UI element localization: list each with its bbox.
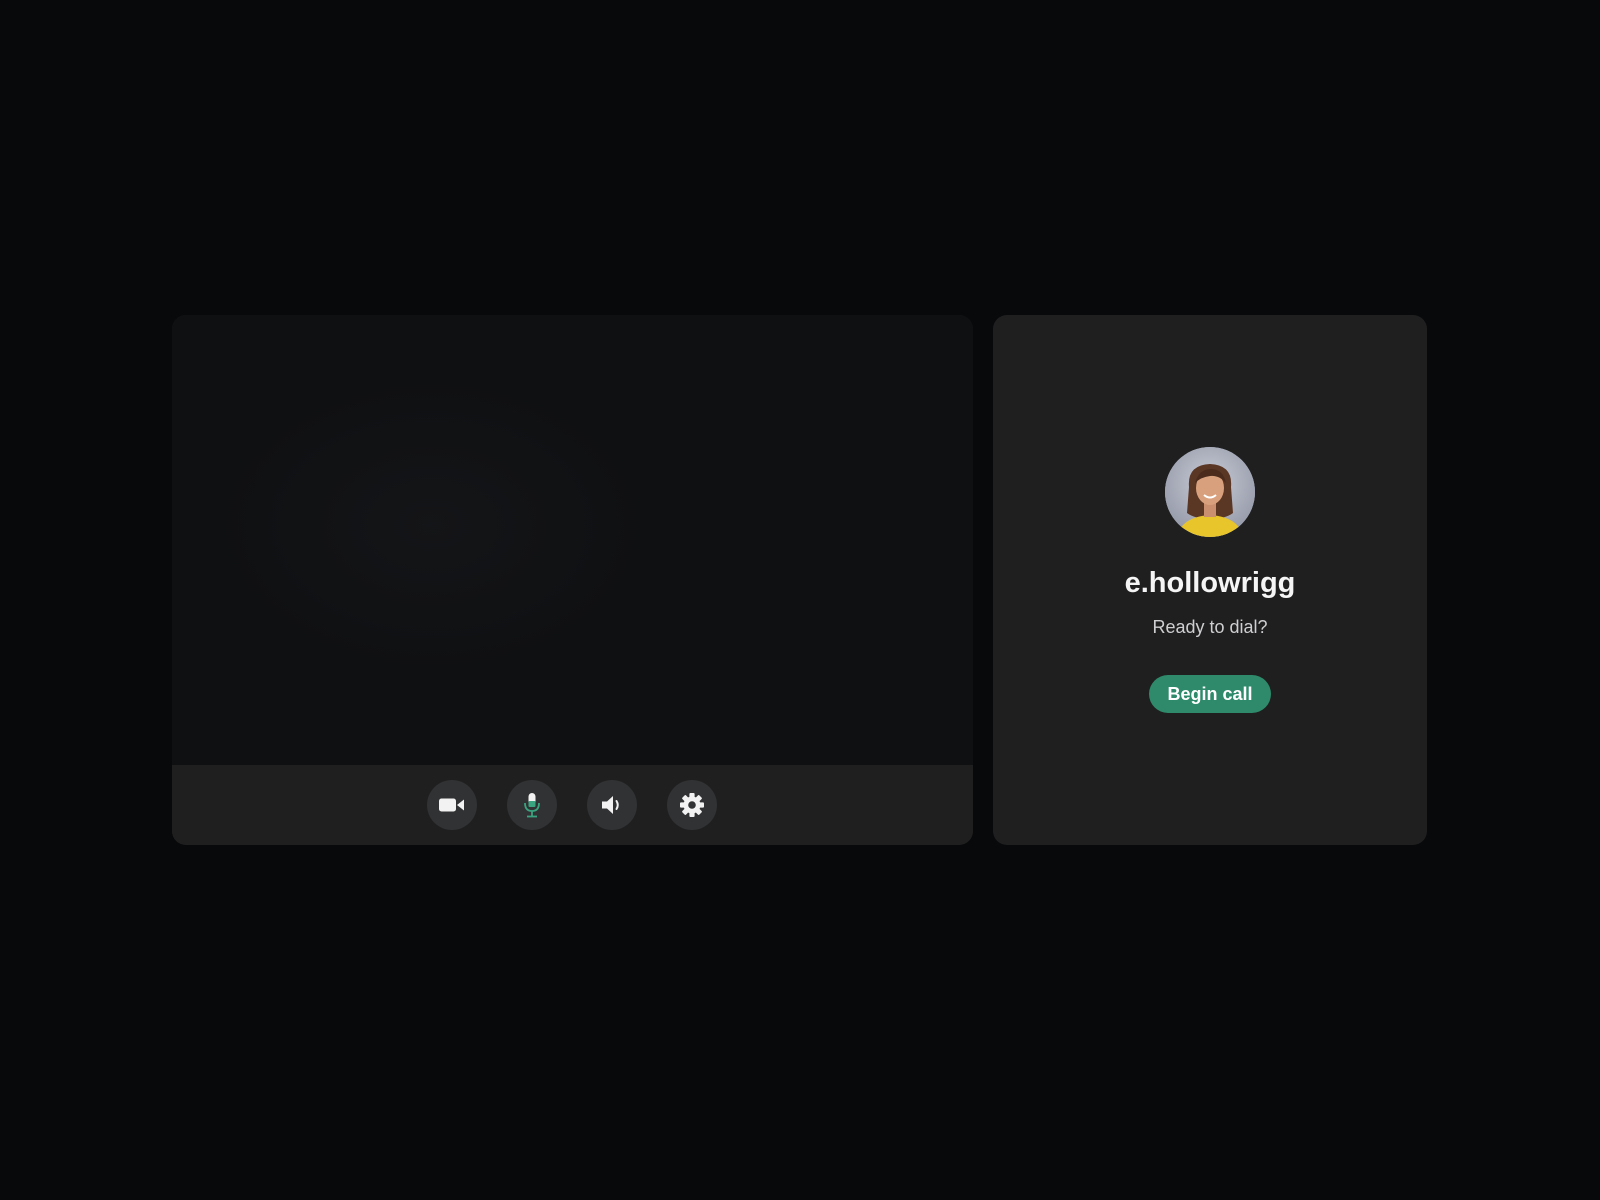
settings-button[interactable] xyxy=(667,780,717,830)
microphone-toggle-button[interactable] xyxy=(507,780,557,830)
call-status-text: Ready to dial? xyxy=(1152,617,1268,637)
video-preview-card xyxy=(172,315,973,845)
video-camera-icon xyxy=(438,796,466,814)
speaker-toggle-button[interactable] xyxy=(587,780,637,830)
preview-shadow xyxy=(212,375,652,675)
call-controls-bar xyxy=(172,765,973,845)
avatar xyxy=(1165,447,1255,537)
microphone-icon xyxy=(522,792,542,818)
camera-preview xyxy=(172,315,973,765)
begin-call-button[interactable]: Begin call xyxy=(1149,675,1271,713)
camera-toggle-button[interactable] xyxy=(427,780,477,830)
contact-panel: e.hollowrigg Ready to dial? Begin call xyxy=(993,315,1427,845)
call-setup-screen: e.hollowrigg Ready to dial? Begin call xyxy=(0,0,1600,1200)
gear-icon xyxy=(679,792,705,818)
contact-username: e.hollowrigg xyxy=(1124,567,1296,599)
speaker-icon xyxy=(600,794,624,816)
